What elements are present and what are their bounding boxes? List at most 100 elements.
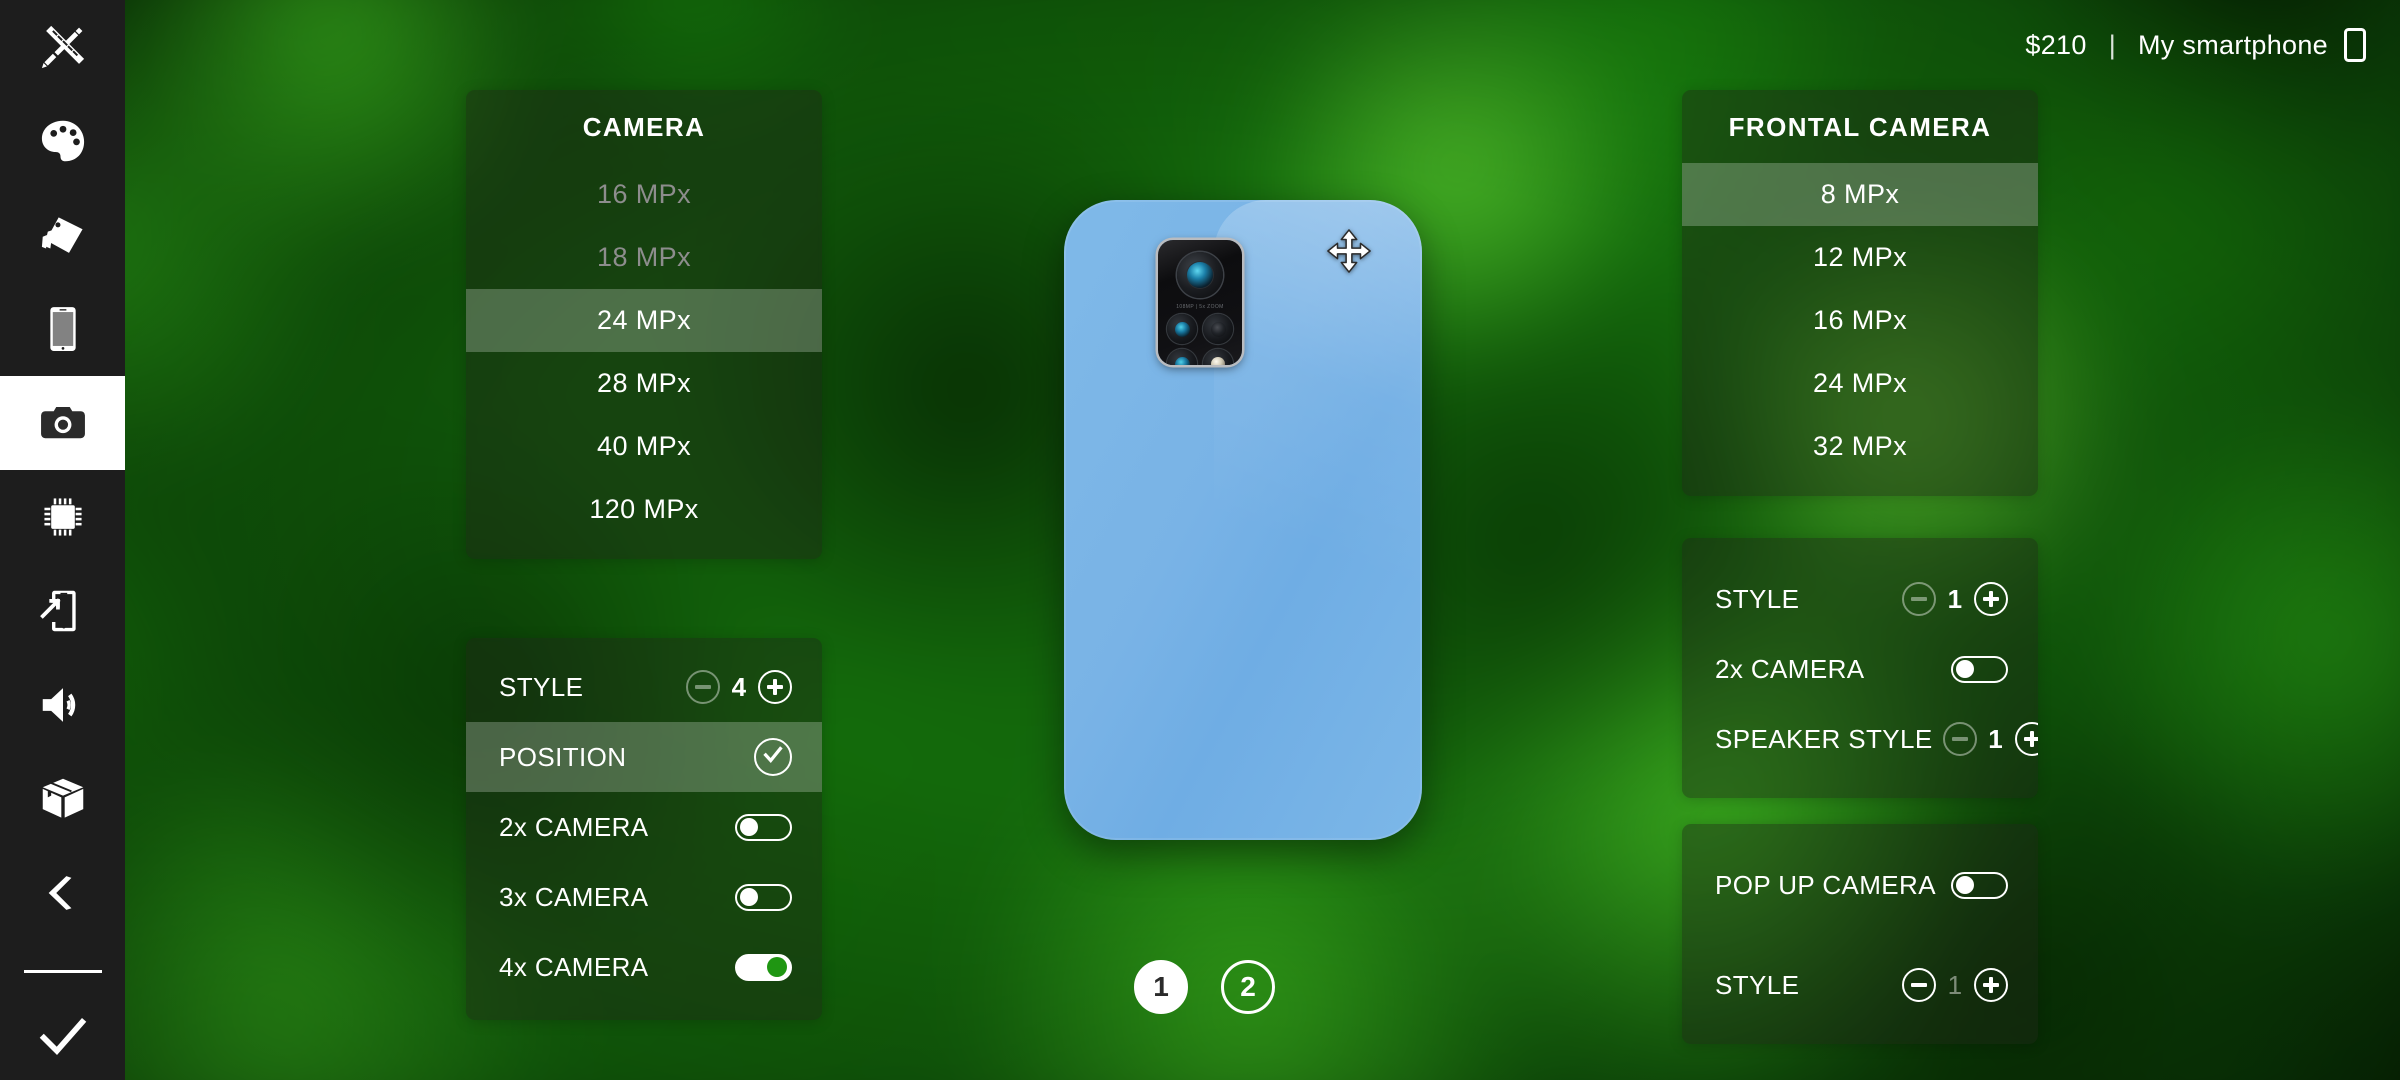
speaker-style-increment-button[interactable] — [2014, 722, 2038, 756]
camera-3x-row: 3x CAMERA — [466, 862, 822, 932]
camera-2x-toggle[interactable] — [735, 813, 792, 841]
frontal-camera-option-label: 8 MPx — [1820, 179, 1900, 209]
phone-cases-icon — [36, 208, 90, 262]
sidebar-divider — [23, 970, 102, 973]
camera-style-increment-button[interactable] — [758, 670, 792, 704]
camera-option[interactable]: 18 MPx — [466, 226, 822, 289]
page-dot-2[interactable]: 2 — [1221, 960, 1275, 1014]
camera-option[interactable]: 24 MPx — [466, 289, 822, 352]
camera-module-label: 108MP | 5x ZOOM — [1176, 304, 1224, 310]
lens-tele — [1167, 349, 1197, 365]
sidebar-item-audio[interactable] — [0, 658, 125, 752]
move-arrows-icon[interactable] — [1326, 228, 1372, 274]
smartphone-screen-icon — [36, 302, 90, 356]
frontal-camera-option-label: 12 MPx — [1813, 242, 1907, 272]
box-icon — [36, 772, 90, 826]
camera-panel: CAMERA 16 MPx 18 MPx 24 MPx 28 MPx 40 MP… — [466, 90, 822, 559]
camera-panel-title: CAMERA — [582, 112, 706, 142]
camera-icon — [36, 396, 90, 450]
speaker-icon — [36, 678, 90, 732]
frontal-camera-option-label: 16 MPx — [1813, 305, 1907, 335]
sidebar-item-connectivity[interactable] — [0, 564, 125, 658]
camera-style-decrement-button[interactable] — [686, 670, 720, 704]
sidebar — [0, 0, 125, 1080]
camera-option-label: 40 MPx — [597, 431, 691, 461]
popup-camera-toggle[interactable] — [1951, 871, 2008, 899]
page-dot-label: 2 — [1240, 971, 1256, 1002]
pagination: 1 2 — [1134, 960, 1275, 1014]
chevron-left-icon — [36, 866, 90, 920]
camera-style-label: STYLE — [499, 671, 584, 702]
sidebar-item-color[interactable] — [0, 94, 125, 188]
popup-style-label: STYLE — [1715, 969, 1800, 1000]
frontal-camera-option[interactable]: 24 MPx — [1682, 352, 2038, 415]
camera-option-label: 24 MPx — [597, 305, 691, 335]
palette-icon — [36, 114, 90, 168]
camera-module[interactable]: 108MP | 5x ZOOM — [1158, 240, 1242, 365]
camera-option[interactable]: 120 MPx — [466, 478, 822, 541]
check-icon — [762, 742, 784, 773]
camera-position-check-button[interactable] — [754, 738, 792, 776]
camera-option[interactable]: 16 MPx — [466, 163, 822, 226]
camera-option-label: 18 MPx — [597, 242, 691, 272]
popup-style-decrement-button[interactable] — [1902, 968, 1936, 1002]
camera-2x-row: 2x CAMERA — [466, 792, 822, 862]
camera-4x-row: 4x CAMERA — [466, 932, 822, 1002]
page-dot-1[interactable]: 1 — [1134, 960, 1188, 1014]
speaker-style-value: 1 — [1988, 723, 2004, 754]
frontal-camera-panel-title: FRONTAL CAMERA — [1728, 112, 1992, 142]
camera-option-label: 120 MPx — [589, 494, 699, 524]
frontal-style-decrement-button[interactable] — [1902, 582, 1936, 616]
speaker-style-decrement-button[interactable] — [1942, 722, 1977, 756]
frontal-camera-option[interactable]: 32 MPx — [1682, 415, 2038, 478]
frontal-camera-option-label: 24 MPx — [1813, 368, 1907, 398]
camera-style-value: 4 — [731, 671, 747, 702]
sidebar-confirm-button[interactable] — [0, 983, 125, 1080]
speaker-style-row: SPEAKER STYLE 1 — [1682, 704, 2038, 774]
page-dot-label: 1 — [1153, 971, 1169, 1002]
price-label: $210 — [2025, 29, 2087, 60]
frontal-camera-option-label: 32 MPx — [1813, 431, 1907, 461]
speaker-style-label: SPEAKER STYLE — [1715, 723, 1933, 754]
sidebar-item-screen[interactable] — [0, 282, 125, 376]
popup-style-value: 1 — [1947, 969, 1963, 1000]
frontal-style-value: 1 — [1947, 583, 1963, 614]
frontal-camera-option[interactable]: 16 MPx — [1682, 289, 2038, 352]
phone-preview[interactable]: 108MP | 5x ZOOM — [1064, 200, 1422, 840]
frontal-style-label: STYLE — [1715, 583, 1800, 614]
camera-option-label: 28 MPx — [597, 368, 691, 398]
secondary-lens-grid — [1167, 314, 1233, 365]
sidebar-item-package[interactable] — [0, 752, 125, 846]
camera-option[interactable]: 40 MPx — [466, 415, 822, 478]
camera-3x-toggle[interactable] — [735, 883, 792, 911]
frontal-2x-toggle[interactable] — [1951, 655, 2008, 683]
camera-position-row[interactable]: POSITION — [466, 722, 822, 792]
phone-body — [1064, 200, 1422, 840]
product-name-label: My smartphone — [2138, 29, 2328, 60]
header-bar: $210 | My smartphone — [2025, 0, 2400, 90]
camera-3x-label: 3x CAMERA — [499, 881, 649, 912]
frontal-style-increment-button[interactable] — [1974, 582, 2008, 616]
sidebar-item-design[interactable] — [0, 0, 125, 94]
frontal-camera-option[interactable]: 12 MPx — [1682, 226, 2038, 289]
camera-option[interactable]: 28 MPx — [466, 352, 822, 415]
frontal-2x-label: 2x CAMERA — [1715, 653, 1865, 684]
flash-led — [1203, 349, 1233, 365]
sidebar-item-camera[interactable] — [0, 376, 125, 470]
frontal-camera-option[interactable]: 8 MPx — [1682, 163, 2038, 226]
sidebar-item-processor[interactable] — [0, 470, 125, 564]
sidebar-item-material[interactable] — [0, 188, 125, 282]
header-separator: | — [2108, 29, 2117, 60]
popup-style-increment-button[interactable] — [1974, 968, 2008, 1002]
lens-macro — [1203, 314, 1233, 344]
sidebar-item-back[interactable] — [0, 846, 125, 940]
configurator-app: $210 | My smartphone CAMERA 16 MPx 18 MP… — [0, 0, 2400, 1080]
camera-options-panel: STYLE 4 POSITION 2x CAMERA 3x CAMERA 4x … — [466, 638, 822, 1020]
smartphone-icon[interactable] — [2344, 28, 2366, 62]
frontal-2x-row: 2x CAMERA — [1682, 634, 2038, 704]
camera-option-label: 16 MPx — [597, 179, 691, 209]
lens-wide — [1167, 314, 1197, 344]
frontal-options-panel: STYLE 1 2x CAMERA SPEAKER STYLE 1 — [1682, 538, 2038, 798]
camera-4x-toggle[interactable] — [735, 953, 792, 981]
popup-style-row: STYLE 1 — [1682, 950, 2038, 1020]
